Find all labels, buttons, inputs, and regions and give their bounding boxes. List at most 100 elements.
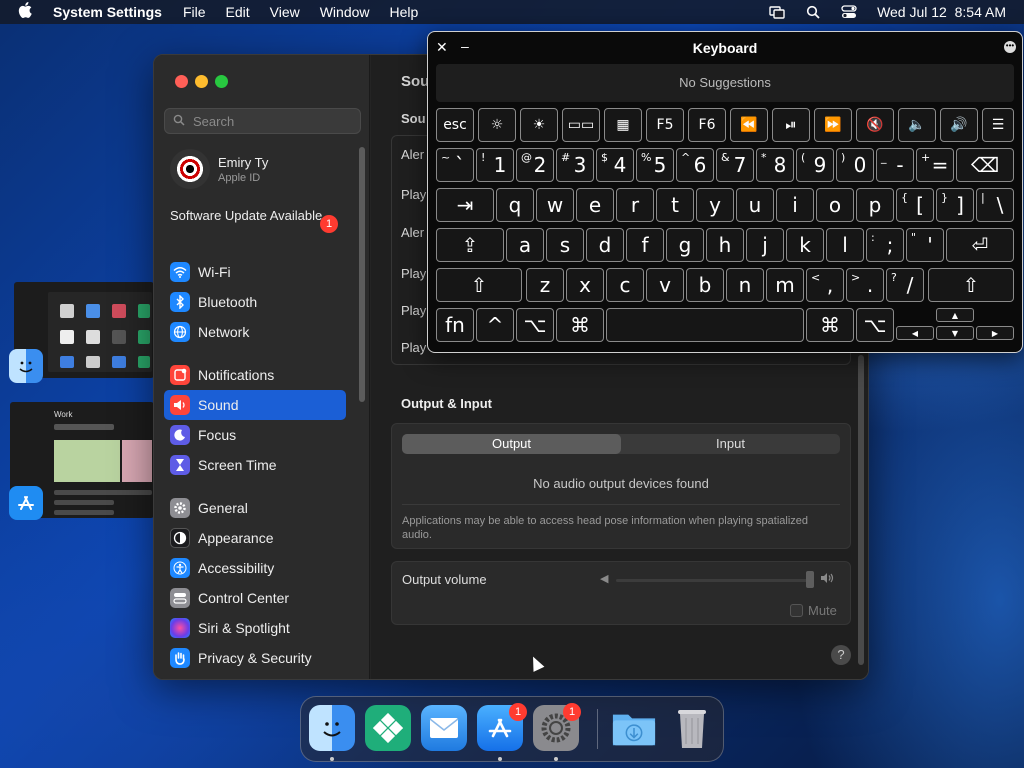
key-z[interactable]: z [526,268,564,302]
close-window-button[interactable] [175,75,188,88]
key-c[interactable]: c [606,268,644,302]
key-slash[interactable]: ? / [886,268,924,302]
sidebar-item-sound[interactable]: Sound [164,390,346,420]
sidebar-item-general[interactable]: General [164,493,346,523]
dock-downloads-folder[interactable] [611,705,657,751]
key-equals[interactable]: + = [916,148,954,182]
key-h[interactable]: h [706,228,744,262]
key-6[interactable]: ^ 6 [676,148,714,182]
apple-menu-icon[interactable] [18,1,36,23]
tab-input[interactable]: Input [621,434,840,454]
sidebar-item-siri-spotlight[interactable]: Siri & Spotlight [164,613,346,643]
key-d[interactable]: d [586,228,624,262]
dock-trash[interactable] [669,705,715,751]
key-arrow-left[interactable]: ◀ [896,326,934,340]
sidebar-item-bluetooth[interactable]: Bluetooth [164,287,346,317]
key-7[interactable]: & 7 [716,148,754,182]
key-8[interactable]: * 8 [756,148,794,182]
key-r[interactable]: r [616,188,654,222]
key-9[interactable]: (9 [796,148,834,182]
key-3[interactable]: #3 [556,148,594,182]
key-fn[interactable]: fn [436,308,474,342]
key-l[interactable]: l [826,228,864,262]
key-0[interactable]: ) 0 [836,148,874,182]
key-2[interactable]: @2 [516,148,554,182]
key-arrow-right[interactable]: ▶ [976,326,1014,340]
apple-id-account[interactable]: Emiry Ty Apple ID [170,149,268,189]
key-j[interactable]: j [746,228,784,262]
minimize-window-button[interactable] [195,75,208,88]
key-b[interactable]: b [686,268,724,302]
key-w[interactable]: w [536,188,574,222]
key-arrow-down[interactable]: ▼ [936,326,974,340]
key-s[interactable]: s [546,228,584,262]
key-volume-down[interactable]: 🔈 [898,108,936,142]
key-open-bracket[interactable]: {[ [896,188,934,222]
sidebar-item-control-center[interactable]: Control Center [164,583,346,613]
tab-output[interactable]: Output [402,434,621,454]
search-input[interactable]: Search [164,108,361,134]
menu-file[interactable]: File [183,4,206,20]
key-k[interactable]: k [786,228,824,262]
key-q[interactable]: q [496,188,534,222]
key-brightness-down[interactable]: ☼ [478,108,516,142]
key-arrow-up[interactable]: ▲ [936,308,974,322]
key-esc[interactable]: esc [436,108,474,142]
key-brightness-up[interactable]: ☀ [520,108,558,142]
key-4[interactable]: $4 [596,148,634,182]
key-menu[interactable]: ☰ [982,108,1014,142]
sidebar-item-screen-time[interactable]: Screen Time [164,450,346,480]
key-mission-control[interactable]: ▭▭ [562,108,600,142]
key-comma[interactable]: <, [806,268,844,302]
sidebar-item-privacy-security[interactable]: Privacy & Security [164,643,346,673]
mute-checkbox[interactable] [790,604,803,617]
dock-kiwi-app[interactable] [365,705,411,751]
key-left-command[interactable]: ⌘ [556,308,604,342]
key-right-option[interactable]: ⌥ [856,308,894,342]
key-period[interactable]: >. [846,268,884,302]
key-return[interactable]: ⏎ [946,228,1014,262]
key-e[interactable]: e [576,188,614,222]
key-right-shift[interactable]: ⇧ [928,268,1014,302]
key-minus[interactable]: _ - [876,148,914,182]
key-quote[interactable]: " ' [906,228,944,262]
menu-window[interactable]: Window [320,4,370,20]
key-i[interactable]: i [776,188,814,222]
menu-edit[interactable]: Edit [226,4,250,20]
key-backslash[interactable]: | \ [976,188,1014,222]
sidebar-item-notifications[interactable]: Notifications [164,360,346,390]
software-update-available[interactable]: Software Update Available [170,208,342,224]
sidebar-item-appearance[interactable]: Appearance [164,523,346,553]
app-name-menu[interactable]: System Settings [53,4,162,20]
key-f5[interactable]: F5 [646,108,684,142]
key-control[interactable]: ^ [476,308,514,342]
spotlight-search-icon[interactable] [805,5,821,19]
dock-mail[interactable] [421,705,467,751]
menu-view[interactable]: View [270,4,300,20]
key-m[interactable]: m [766,268,804,302]
key-1[interactable]: ! 1 [476,148,514,182]
more-options-icon[interactable]: ••• [1004,41,1016,53]
sidebar-scrollbar[interactable] [359,147,365,402]
key-close-bracket[interactable]: }] [936,188,974,222]
zoom-window-button[interactable] [215,75,228,88]
screen-mirroring-icon[interactable] [769,5,785,19]
key-rewind[interactable]: ⏪ [730,108,768,142]
key-volume-up[interactable]: 🔊 [940,108,978,142]
control-center-icon[interactable] [841,5,857,19]
key-v[interactable]: v [646,268,684,302]
output-volume-slider-knob[interactable] [806,571,814,588]
app-store-desktop-icon[interactable] [9,486,43,520]
help-button[interactable]: ? [831,645,851,665]
key-p[interactable]: p [856,188,894,222]
key-caps-lock[interactable]: ⇪ [436,228,504,262]
dock-finder[interactable] [309,705,355,751]
key-delete[interactable]: ⌫ [956,148,1014,182]
sidebar-item-wifi[interactable]: Wi-Fi [164,257,346,287]
key-o[interactable]: o [816,188,854,222]
sidebar-item-accessibility[interactable]: Accessibility [164,553,346,583]
key-space[interactable] [606,308,804,342]
key-x[interactable]: x [566,268,604,302]
key-g[interactable]: g [666,228,704,262]
key-5[interactable]: % 5 [636,148,674,182]
